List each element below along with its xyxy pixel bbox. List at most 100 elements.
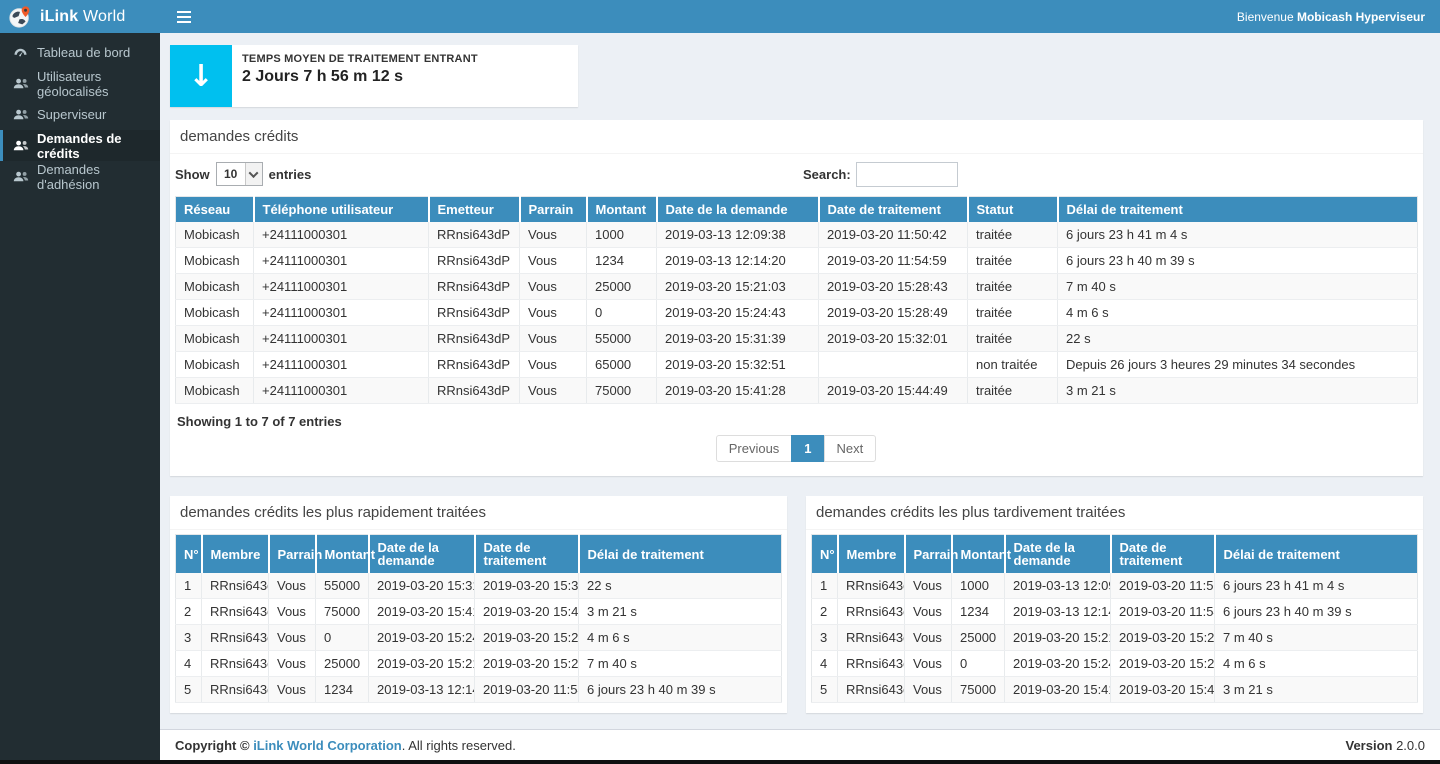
table-cell: RRnsi643dP [202, 625, 269, 651]
table-row: Mobicash+24111000301RRnsi643dPVous250002… [176, 274, 1418, 300]
top-navbar: Bienvenue Mobicash Hyperviseur [160, 0, 1440, 33]
table-cell: Mobicash [176, 222, 254, 248]
table-cell: 2019-03-20 15:32:51 [657, 352, 819, 378]
stat-card-temps-moyen: ↓ TEMPS MOYEN DE TRAITEMENT ENTRANT 2 Jo… [170, 45, 578, 107]
column-header-delai: Délai de traitement [579, 535, 782, 574]
table-row: Mobicash+24111000301RRnsi643dPVous02019-… [176, 300, 1418, 326]
column-header-date-traitement[interactable]: Date de traitement [819, 197, 968, 223]
sidebar-item-superviseur[interactable]: Superviseur [0, 99, 160, 130]
table-cell: Mobicash [176, 300, 254, 326]
sidebar-item-demandes-adhesion[interactable]: Demandes d'adhésion [0, 161, 160, 192]
table-cell: Vous [905, 651, 952, 677]
column-header-emetteur[interactable]: Emetteur [429, 197, 520, 223]
screen-bottom-edge [0, 760, 1440, 764]
table-row: 2RRnsi643dPVous750002019-03-20 15:41:282… [176, 599, 782, 625]
show-label: Show [175, 167, 210, 182]
sidebar-item-utilisateurs-geolocalises[interactable]: Utilisateurs géolocalisés [0, 68, 160, 99]
table-cell: 1 [812, 573, 838, 599]
table-cell: 2019-03-20 15:28:49 [1111, 651, 1215, 677]
column-header-delai[interactable]: Délai de traitement [1058, 197, 1418, 223]
table-cell: 4 [812, 651, 838, 677]
column-header-parrain[interactable]: Parrain [520, 197, 587, 223]
table-cell: 2019-03-20 11:50:42 [1111, 573, 1215, 599]
table-cell: 75000 [316, 599, 369, 625]
table-cell: 75000 [952, 677, 1005, 703]
dashboard-icon [13, 46, 29, 60]
table-cell: non traitée [968, 352, 1058, 378]
table-cell: RRnsi643dP [429, 222, 520, 248]
table-cell: RRnsi643dP [429, 326, 520, 352]
table-cell: Vous [269, 677, 316, 703]
table-cell: 2019-03-20 15:41:28 [657, 378, 819, 404]
table-cell: 6 jours 23 h 40 m 39 s [1215, 599, 1418, 625]
table-cell: RRnsi643dP [429, 352, 520, 378]
page-1-button[interactable]: 1 [791, 435, 824, 462]
sidebar: iLink World Tableau de bord Utilisateurs… [0, 0, 160, 764]
table-cell: traitée [968, 248, 1058, 274]
page-length-value: 10 [217, 163, 245, 185]
column-header-date-demande[interactable]: Date de la demande [657, 197, 819, 223]
table-cell: RRnsi643dP [838, 625, 905, 651]
table-cell: 2019-03-20 11:54:59 [1111, 599, 1215, 625]
table-cell: 2019-03-20 15:32:01 [475, 573, 579, 599]
column-header-reseau[interactable]: Réseau [176, 197, 254, 223]
sidebar-item-tableau-de-bord[interactable]: Tableau de bord [0, 37, 160, 68]
column-header-parrain: Parrain [269, 535, 316, 574]
column-header-montant[interactable]: Montant [587, 197, 657, 223]
sidebar-item-demandes-de-credits[interactable]: Demandes de crédits [0, 130, 160, 161]
table-cell: 2019-03-13 12:14:20 [369, 677, 475, 703]
table-cell: 2019-03-13 12:14:20 [1005, 599, 1111, 625]
credits-table: Réseau Téléphone utilisateur Emetteur Pa… [175, 196, 1418, 404]
table-cell: 7 m 40 s [1058, 274, 1418, 300]
table-header-row: N° Membre Parrain Montant Date de la dem… [176, 535, 782, 574]
page-length-select[interactable]: 10 [216, 162, 263, 186]
table-cell: 2019-03-13 12:09:38 [1005, 573, 1111, 599]
table-cell: 2019-03-20 15:24:43 [369, 625, 475, 651]
next-page-button[interactable]: Next [824, 435, 877, 462]
column-header-membre: Membre [202, 535, 269, 574]
column-header-telephone[interactable]: Téléphone utilisateur [254, 197, 429, 223]
table-row: 5RRnsi643dPVous750002019-03-20 15:41:282… [812, 677, 1418, 703]
table-cell: 7 m 40 s [1215, 625, 1418, 651]
table-cell: Vous [520, 300, 587, 326]
table-cell: 25000 [587, 274, 657, 300]
table-cell: 4 m 6 s [579, 625, 782, 651]
credits-box-title: demandes crédits [180, 128, 298, 145]
previous-page-button[interactable]: Previous [716, 435, 793, 462]
table-cell: RRnsi643dP [202, 651, 269, 677]
table-cell: Mobicash [176, 274, 254, 300]
table-cell: 1 [176, 573, 202, 599]
table-row: 4RRnsi643dPVous02019-03-20 15:24:432019-… [812, 651, 1418, 677]
table-cell: Mobicash [176, 326, 254, 352]
table-cell: 0 [952, 651, 1005, 677]
table-cell: 3 m 21 s [579, 599, 782, 625]
table-cell: 2019-03-20 15:44:49 [475, 599, 579, 625]
table-cell: 2019-03-20 15:28:43 [475, 651, 579, 677]
column-header-numero: N° [812, 535, 838, 574]
version-text: Version 2.0.0 [1346, 738, 1426, 753]
users-icon [13, 139, 29, 153]
table-cell: 2019-03-20 15:32:01 [819, 326, 968, 352]
table-cell: 6 jours 23 h 41 m 4 s [1058, 222, 1418, 248]
stat-card-title: TEMPS MOYEN DE TRAITEMENT ENTRANT [242, 53, 478, 65]
table-cell: 4 [176, 651, 202, 677]
table-cell: 65000 [587, 352, 657, 378]
brand-area[interactable]: iLink World [0, 0, 160, 33]
table-cell: 7 m 40 s [579, 651, 782, 677]
table-row: 3RRnsi643dPVous02019-03-20 15:24:432019-… [176, 625, 782, 651]
company-link[interactable]: iLink World Corporation [253, 738, 402, 753]
users-icon [13, 170, 29, 184]
search-input[interactable] [856, 162, 958, 187]
table-cell: +24111000301 [254, 326, 429, 352]
table-row: 1RRnsi643dPVous10002019-03-13 12:09:3820… [812, 573, 1418, 599]
column-header-delai: Délai de traitement [1215, 535, 1418, 574]
hamburger-icon[interactable] [175, 7, 193, 27]
table-cell: +24111000301 [254, 248, 429, 274]
table-cell: 2019-03-20 15:21:03 [369, 651, 475, 677]
table-cell: 5 [176, 677, 202, 703]
table-cell: 2019-03-20 15:24:43 [657, 300, 819, 326]
table-cell: 3 [176, 625, 202, 651]
table-cell: 2019-03-20 15:21:03 [657, 274, 819, 300]
column-header-statut[interactable]: Statut [968, 197, 1058, 223]
table-cell: 2019-03-20 15:44:49 [819, 378, 968, 404]
